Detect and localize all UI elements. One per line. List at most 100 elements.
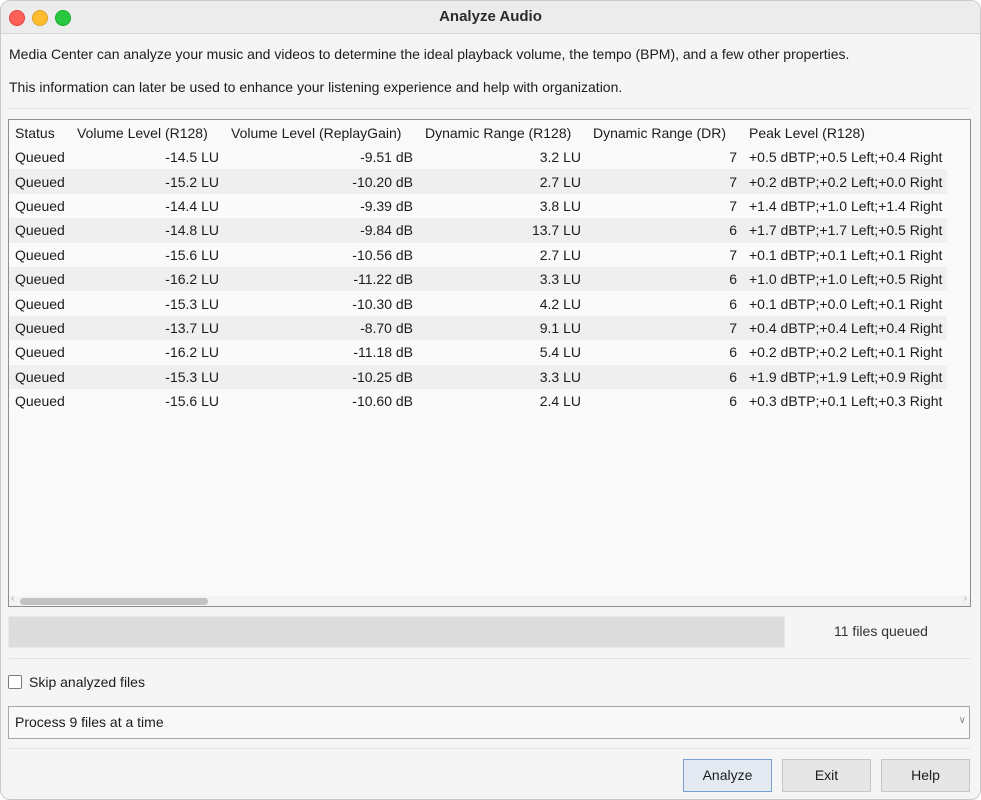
cell-peak-level: +0.1 dBTP;+0.0 Left;+0.1 Right — [749, 295, 943, 312]
cell-status: Queued — [15, 149, 65, 166]
cell-peak-level: +0.5 dBTP;+0.5 Left;+0.4 Right — [749, 149, 943, 166]
cell-status: Queued — [15, 295, 65, 312]
window-title: Analyze Audio — [439, 8, 542, 25]
skip-analyzed-label[interactable]: Skip analyzed files — [29, 674, 145, 690]
table-row[interactable]: Queued -15.3 LU -10.25 dB 3.3 LU 6 +1.9 dBTP;… — [9, 364, 947, 389]
cell-volume-replaygain: -9.51 dB — [360, 149, 413, 166]
cell-volume-replaygain: -9.39 dB — [360, 197, 413, 214]
table-row[interactable]: Queued -15.2 LU -10.20 dB 2.7 LU 7 +0.2 dBTP;… — [9, 169, 947, 194]
cell-dynamic-range-r128: 9.1 LU — [539, 319, 581, 336]
cell-peak-level: +0.1 dBTP;+0.1 Left;+0.1 Right — [749, 246, 943, 263]
cell-dynamic-range-dr: 7 — [729, 319, 737, 336]
cell-volume-replaygain: -9.84 dB — [360, 222, 413, 239]
cell-dynamic-range-r128: 5.4 LU — [539, 344, 581, 361]
cell-volume-replaygain: -11.22 dB — [353, 271, 413, 288]
table-row[interactable]: Queued -15.6 LU -10.56 dB 2.7 LU 7 +0.1 dBTP;… — [9, 242, 947, 267]
cell-dynamic-range-r128: 3.3 LU — [539, 368, 581, 385]
table-header-row: Status Volume Level (R128) Volume Level … — [9, 120, 947, 145]
cell-dynamic-range-r128: 4.2 LU — [539, 295, 581, 312]
table-row[interactable]: Queued -15.3 LU -10.30 dB 4.2 LU 6 +0.1 dBTP;… — [9, 291, 947, 316]
help-button[interactable]: Help — [881, 759, 970, 792]
cell-volume-r128: -13.7 LU — [165, 319, 219, 336]
cell-volume-replaygain: -10.56 dB — [352, 246, 413, 263]
cell-status: Queued — [15, 222, 65, 239]
cell-peak-level: +0.3 dBTP;+0.1 Left;+0.3 Right — [749, 393, 943, 410]
cell-dynamic-range-r128: 2.7 LU — [539, 246, 581, 263]
cell-dynamic-range-dr: 6 — [729, 271, 737, 288]
exit-button[interactable]: Exit — [782, 759, 871, 792]
concurrency-dropdown-value: Process 9 files at a time — [15, 714, 164, 730]
column-header-volume-replaygain[interactable]: Volume Level (ReplayGain) — [225, 120, 419, 145]
cell-peak-level: +1.9 dBTP;+1.9 Left;+0.9 Right — [749, 368, 943, 385]
cell-volume-replaygain: -10.25 dB — [352, 368, 413, 385]
analysis-table: Status Volume Level (R128) Volume Level … — [8, 119, 971, 607]
concurrency-dropdown[interactable]: Process 9 files at a time ∨ — [8, 706, 970, 739]
cell-volume-replaygain: -8.70 dB — [360, 319, 413, 336]
cell-volume-r128: -15.3 LU — [165, 368, 219, 385]
column-header-peak-level[interactable]: Peak Level (R128) — [743, 120, 947, 145]
cell-dynamic-range-r128: 3.3 LU — [539, 271, 581, 288]
table-row[interactable]: Queued -15.6 LU -10.60 dB 2.4 LU 6 +0.3 dBTP;… — [9, 388, 947, 414]
horizontal-scrollbar[interactable]: ‹ › — [9, 593, 970, 606]
analyze-button[interactable]: Analyze — [683, 759, 772, 792]
description-line-1: Media Center can analyze your music and … — [9, 46, 850, 62]
table-body: Queued -14.5 LU -9.51 dB 3.2 LU 7 +0.5 dBTP;+… — [9, 145, 947, 414]
cell-dynamic-range-r128: 3.8 LU — [539, 197, 581, 214]
column-header-volume-r128[interactable]: Volume Level (R128) — [71, 120, 225, 145]
cell-dynamic-range-dr: 6 — [729, 295, 737, 312]
skip-analyzed-checkbox[interactable] — [8, 675, 22, 689]
cell-volume-r128: -15.2 LU — [165, 173, 219, 190]
table-row[interactable]: Queued -16.2 LU -11.18 dB 5.4 LU 6 +0.2 dBTP;… — [9, 340, 947, 365]
scroll-left-icon[interactable]: ‹ — [11, 593, 14, 604]
cell-volume-replaygain: -10.20 dB — [352, 173, 413, 190]
cell-peak-level: +1.0 dBTP;+1.0 Left;+0.5 Right — [749, 271, 943, 288]
cell-volume-r128: -14.4 LU — [165, 197, 219, 214]
cell-dynamic-range-dr: 6 — [729, 222, 737, 239]
table-row[interactable]: Queued -16.2 LU -11.22 dB 3.3 LU 6 +1.0 dBTP;… — [9, 266, 947, 292]
cell-status: Queued — [15, 246, 65, 263]
cell-dynamic-range-r128: 3.2 LU — [539, 149, 581, 166]
cell-status: Queued — [15, 319, 65, 336]
cell-volume-r128: -15.6 LU — [165, 246, 219, 263]
table-row[interactable]: Queued -14.4 LU -9.39 dB 3.8 LU 7 +1.4 dBTP;+… — [9, 193, 947, 219]
cell-volume-r128: -14.8 LU — [165, 222, 219, 239]
cell-dynamic-range-r128: 2.4 LU — [539, 393, 581, 410]
column-header-dynamic-range-dr[interactable]: Dynamic Range (DR) — [587, 120, 743, 145]
cell-peak-level: +0.2 dBTP;+0.2 Left;+0.0 Right — [749, 173, 943, 190]
divider — [9, 108, 970, 109]
divider — [9, 658, 970, 659]
cell-dynamic-range-r128: 13.7 LU — [531, 222, 581, 239]
cell-status: Queued — [15, 368, 65, 385]
cell-dynamic-range-dr: 7 — [729, 246, 737, 263]
table-row[interactable]: Queued -13.7 LU -8.70 dB 9.1 LU 7 +0.4 dBTP;+… — [9, 315, 947, 341]
cell-volume-replaygain: -10.30 dB — [352, 295, 413, 312]
progress-bar — [8, 616, 785, 648]
cell-volume-r128: -16.2 LU — [165, 271, 219, 288]
cell-dynamic-range-r128: 2.7 LU — [539, 173, 581, 190]
cell-dynamic-range-dr: 6 — [729, 344, 737, 361]
cell-dynamic-range-dr: 7 — [729, 173, 737, 190]
cell-dynamic-range-dr: 7 — [729, 149, 737, 166]
cell-volume-replaygain: -10.60 dB — [352, 393, 413, 410]
cell-dynamic-range-dr: 6 — [729, 393, 737, 410]
analyze-audio-window: Analyze Audio Media Center can analyze y… — [0, 0, 981, 800]
chevron-down-icon: ∨ — [958, 715, 966, 726]
table-row[interactable]: Queued -14.5 LU -9.51 dB 3.2 LU 7 +0.5 dBTP;+… — [9, 145, 947, 170]
cell-peak-level: +0.4 dBTP;+0.4 Left;+0.4 Right — [749, 319, 943, 336]
cell-peak-level: +0.2 dBTP;+0.2 Left;+0.1 Right — [749, 344, 943, 361]
cell-peak-level: +1.7 dBTP;+1.7 Left;+0.5 Right — [749, 222, 943, 239]
scrollbar-thumb[interactable] — [20, 598, 208, 605]
scroll-right-icon[interactable]: › — [964, 593, 967, 604]
description-line-2: This information can later be used to en… — [9, 79, 623, 95]
cell-volume-r128: -15.6 LU — [165, 393, 219, 410]
table-row[interactable]: Queued -14.8 LU -9.84 dB 13.7 LU 6 +1.7 dBTP;… — [9, 218, 947, 243]
column-header-dynamic-range-r128[interactable]: Dynamic Range (R128) — [419, 120, 587, 145]
cell-status: Queued — [15, 344, 65, 361]
cell-status: Queued — [15, 271, 65, 288]
column-header-status[interactable]: Status — [9, 120, 71, 145]
title-bar: Analyze Audio — [1, 1, 980, 34]
cell-volume-r128: -14.5 LU — [165, 149, 219, 166]
cell-status: Queued — [15, 393, 65, 410]
cell-status: Queued — [15, 173, 65, 190]
cell-dynamic-range-dr: 7 — [729, 197, 737, 214]
